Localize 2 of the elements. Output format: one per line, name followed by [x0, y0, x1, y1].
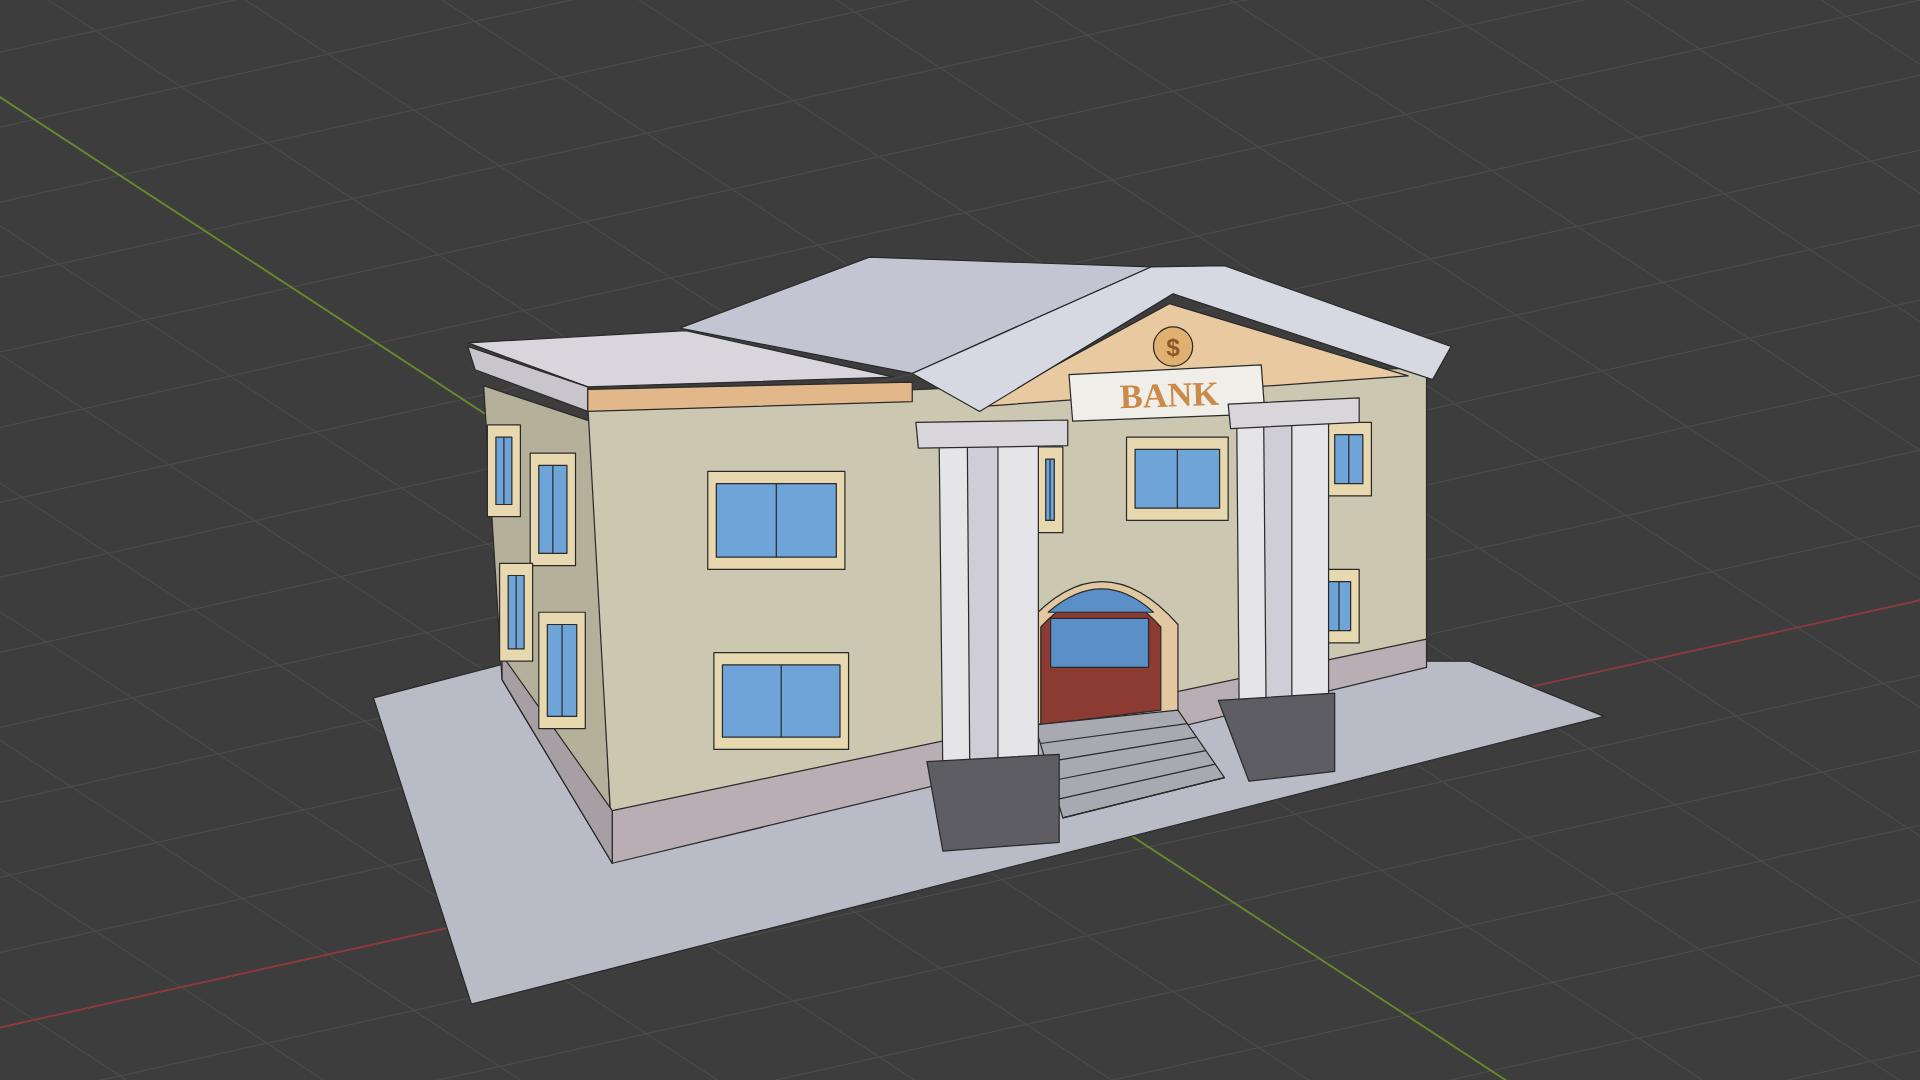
sign-text: BANK: [1119, 373, 1220, 416]
coin-symbol: $: [1166, 334, 1180, 362]
